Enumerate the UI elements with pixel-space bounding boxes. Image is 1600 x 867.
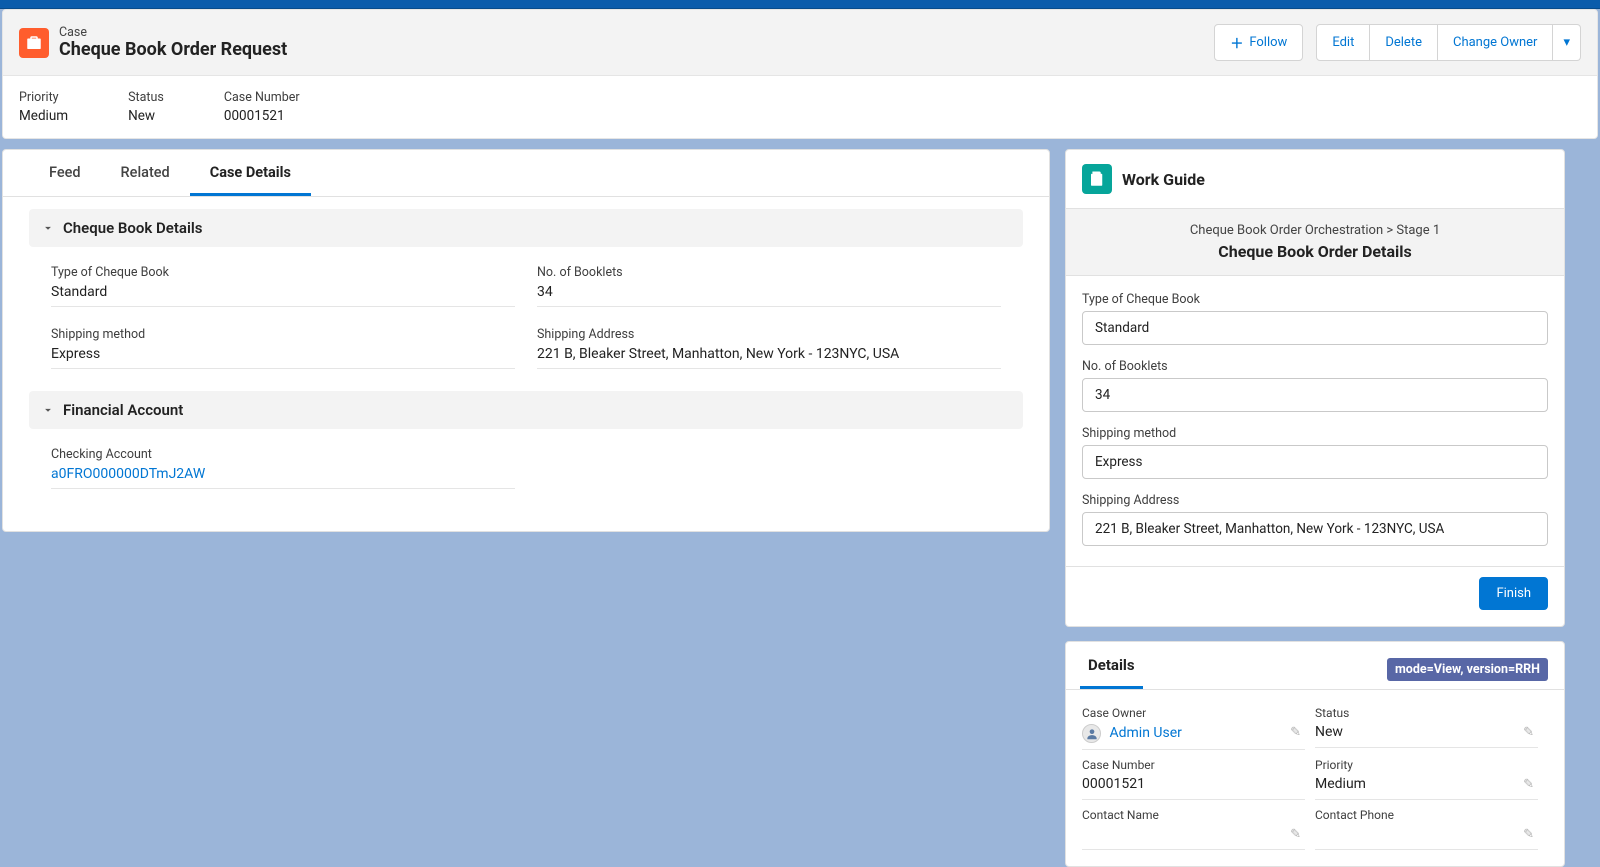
tab-details[interactable]: Details (1080, 642, 1143, 689)
field-checking-account-label: Checking Account (51, 447, 515, 462)
field-no-of-booklets-value: 34 (537, 280, 1001, 307)
edit-icon[interactable]: ✎ (1290, 827, 1301, 842)
highlight-status-label: Status (128, 90, 164, 105)
field-shipping-method-value: Express (51, 342, 515, 369)
highlights-panel: Priority Medium Status New Case Number 0… (3, 76, 1597, 138)
record-action-bar: ＋ Follow Edit Delete Change Owner ▾ (1214, 24, 1581, 61)
work-guide-panel: Work Guide Cheque Book Order Orchestrati… (1065, 149, 1565, 627)
mode-chip: mode=View, version=RRH (1387, 658, 1548, 681)
highlight-case-number-value: 00001521 (224, 108, 300, 124)
global-header-bar (0, 0, 1600, 9)
wg-type-of-cheque-book-input[interactable] (1082, 311, 1548, 345)
chevron-down-icon (41, 403, 55, 417)
detail-status-value: New ✎ (1315, 720, 1538, 748)
avatar-icon (1082, 724, 1101, 743)
section-financial-account-title: Financial Account (63, 401, 183, 419)
wg-no-of-booklets-input[interactable] (1082, 378, 1548, 412)
detail-contact-phone-label: Contact Phone (1315, 808, 1538, 822)
edit-icon[interactable]: ✎ (1523, 777, 1534, 792)
field-shipping-method-label: Shipping method (51, 327, 515, 342)
field-shipping-address-value: 221 B, Bleaker Street, Manhatton, New Yo… (537, 342, 1001, 369)
chevron-down-icon (41, 221, 55, 235)
work-guide-breadcrumb: Cheque Book Order Orchestration > Stage … (1076, 223, 1554, 238)
tab-case-details[interactable]: Case Details (190, 150, 311, 196)
detail-case-number-value: 00001521 (1082, 772, 1305, 800)
finish-button[interactable]: Finish (1479, 577, 1548, 610)
object-label: Case (59, 25, 287, 40)
detail-case-owner-link-text: Admin User (1109, 725, 1181, 741)
wg-type-of-cheque-book-label: Type of Cheque Book (1082, 292, 1548, 307)
detail-case-number-label: Case Number (1082, 758, 1305, 772)
follow-label: Follow (1249, 35, 1287, 50)
detail-contact-name-value: ✎ (1082, 822, 1305, 850)
tab-feed[interactable]: Feed (29, 150, 101, 196)
section-cheque-book-details-header[interactable]: Cheque Book Details (29, 209, 1023, 247)
section-cheque-book-details-title: Cheque Book Details (63, 219, 202, 237)
work-guide-title: Work Guide (1122, 170, 1205, 189)
tab-bar: Feed Related Case Details (3, 150, 1049, 197)
follow-button[interactable]: ＋ Follow (1214, 24, 1303, 61)
tab-related[interactable]: Related (101, 150, 190, 196)
wg-no-of-booklets-label: No. of Booklets (1082, 359, 1548, 374)
page-title: Cheque Book Order Request (59, 39, 287, 60)
delete-button[interactable]: Delete (1370, 24, 1438, 61)
edit-button[interactable]: Edit (1316, 24, 1370, 61)
wg-shipping-address-input[interactable] (1082, 512, 1548, 546)
detail-contact-phone-value: ✎ (1315, 822, 1538, 850)
more-actions-button[interactable]: ▾ (1553, 24, 1581, 61)
details-panel: Details mode=View, version=RRH Case Owne… (1065, 641, 1565, 867)
edit-icon[interactable]: ✎ (1290, 725, 1301, 740)
field-no-of-booklets-label: No. of Booklets (537, 265, 1001, 280)
wg-shipping-address-label: Shipping Address (1082, 493, 1548, 508)
caret-down-icon: ▾ (1563, 35, 1570, 50)
edit-icon[interactable]: ✎ (1523, 725, 1534, 740)
section-financial-account-header[interactable]: Financial Account (29, 391, 1023, 429)
wg-shipping-method-input[interactable] (1082, 445, 1548, 479)
work-guide-icon (1082, 164, 1112, 194)
case-details-card: Feed Related Case Details Cheque Book De… (2, 149, 1050, 532)
highlight-case-number-label: Case Number (224, 90, 300, 105)
action-button-group: Edit Delete Change Owner ▾ (1316, 24, 1581, 61)
detail-status-label: Status (1315, 706, 1538, 720)
detail-case-owner-label: Case Owner (1082, 706, 1305, 720)
wg-shipping-method-label: Shipping method (1082, 426, 1548, 441)
field-checking-account-link[interactable]: a0FRO000000DTmJ2AW (51, 462, 515, 489)
field-shipping-address-label: Shipping Address (537, 327, 1001, 342)
change-owner-button[interactable]: Change Owner (1438, 24, 1553, 61)
highlight-status-value: New (128, 108, 164, 124)
highlight-priority-value: Medium (19, 108, 68, 124)
detail-priority-value: Medium ✎ (1315, 772, 1538, 800)
work-guide-stage-title: Cheque Book Order Details (1076, 242, 1554, 261)
edit-icon[interactable]: ✎ (1523, 827, 1534, 842)
record-header: Case Cheque Book Order Request ＋ Follow … (2, 9, 1598, 139)
plus-icon: ＋ (1230, 33, 1243, 52)
highlight-priority-label: Priority (19, 90, 68, 105)
field-type-of-cheque-book-value: Standard (51, 280, 515, 307)
case-icon (19, 28, 49, 58)
detail-case-owner-value[interactable]: Admin User ✎ (1082, 720, 1305, 750)
detail-priority-label: Priority (1315, 758, 1538, 772)
detail-contact-name-label: Contact Name (1082, 808, 1305, 822)
field-type-of-cheque-book-label: Type of Cheque Book (51, 265, 515, 280)
